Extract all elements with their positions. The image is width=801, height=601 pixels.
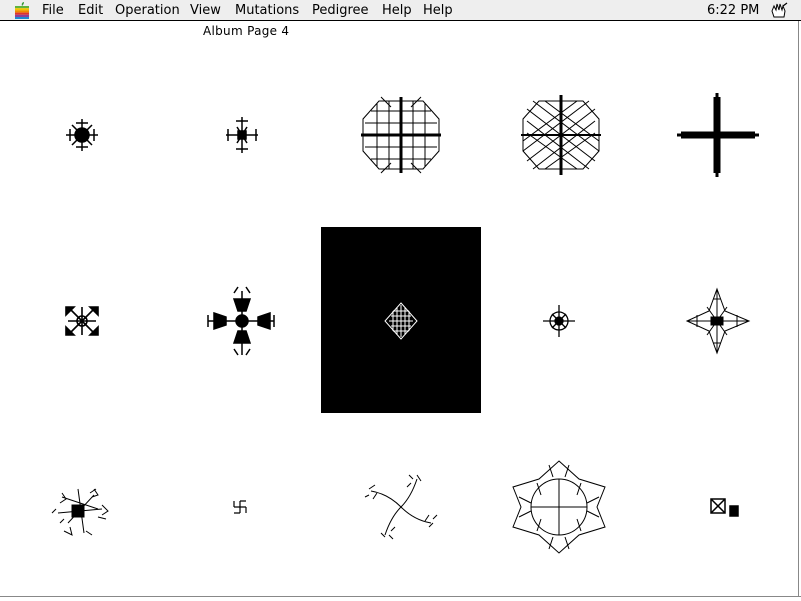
biomorph-drawing xyxy=(543,305,575,337)
menu-bar: File Edit Operation View Mutations Pedig… xyxy=(0,0,801,21)
biomorph-drawing xyxy=(364,474,438,540)
menu-view[interactable]: View xyxy=(186,2,225,19)
biomorph-r1c5[interactable] xyxy=(641,41,801,227)
biomorph-drawing xyxy=(710,498,739,517)
album-page-title: Album Page 4 xyxy=(203,24,290,38)
biomorph-drawing xyxy=(384,302,418,340)
biomorph-drawing xyxy=(521,95,601,175)
menu-edit[interactable]: Edit xyxy=(74,2,107,19)
biomorph-drawing xyxy=(361,96,441,174)
biomorph-drawing xyxy=(677,93,759,177)
biomorph-r2c4[interactable] xyxy=(481,227,641,413)
hand-icon[interactable] xyxy=(768,2,790,19)
menu-operation[interactable]: Operation xyxy=(111,2,184,19)
biomorph-r1c1[interactable] xyxy=(2,41,162,227)
biomorph-drawing xyxy=(207,286,275,356)
biomorph-r3c2[interactable] xyxy=(162,413,322,599)
biomorph-r2c1[interactable] xyxy=(2,227,162,413)
menu-pedigree[interactable]: Pedigree xyxy=(308,2,373,19)
biomorph-r3c1[interactable] xyxy=(2,413,162,599)
menu-help-2[interactable]: Help xyxy=(419,2,457,19)
biomorph-r1c2[interactable] xyxy=(162,41,322,227)
menu-help[interactable]: Help xyxy=(378,2,416,19)
biomorph-r2c3[interactable] xyxy=(321,227,481,413)
biomorph-drawing xyxy=(66,119,98,151)
menu-mutations[interactable]: Mutations xyxy=(231,2,303,19)
biomorph-r3c4[interactable] xyxy=(481,413,641,599)
biomorph-r1c4[interactable] xyxy=(481,41,641,227)
biomorph-drawing xyxy=(233,500,247,514)
biomorph-drawing xyxy=(512,460,606,554)
biomorph-r3c5[interactable] xyxy=(641,413,801,599)
biomorph-r3c3[interactable] xyxy=(321,413,481,599)
biomorph-r2c2[interactable] xyxy=(162,227,322,413)
apple-icon[interactable] xyxy=(13,2,31,19)
biomorph-drawing xyxy=(51,488,109,536)
biomorph-drawing xyxy=(685,287,751,355)
biomorph-drawing xyxy=(226,117,258,153)
menu-clock[interactable]: 6:22 PM xyxy=(707,2,759,19)
biomorph-drawing xyxy=(65,306,99,336)
menu-file[interactable]: File xyxy=(38,2,68,19)
biomorph-r2c5[interactable] xyxy=(641,227,801,413)
biomorph-r1c3[interactable] xyxy=(321,41,481,227)
